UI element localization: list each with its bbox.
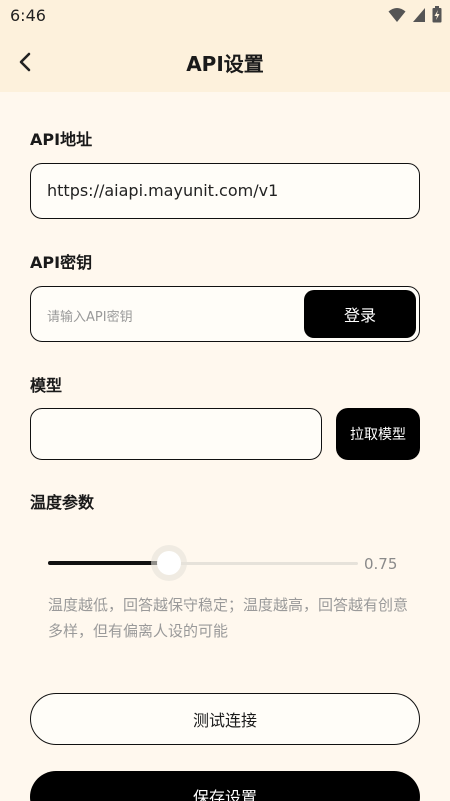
header-bar: API设置 [0,32,450,92]
wifi-icon [388,7,406,22]
api-address-input[interactable]: https://aiapi.mayunit.com/v1 [30,163,420,219]
login-button[interactable]: 登录 [304,290,416,338]
test-connection-label: 测试连接 [192,711,257,730]
api-address-label: API地址 [30,130,93,149]
temperature-value: 0.75 [364,555,398,573]
battery-icon [432,6,442,23]
test-connection-button[interactable]: 测试连接 [30,693,420,745]
model-input[interactable] [30,408,322,460]
fetch-models-button[interactable]: 拉取模型 [336,408,420,460]
status-icons [388,6,442,23]
api-key-label: API密钥 [30,253,93,272]
slider-track-fill [48,561,169,565]
api-key-input[interactable]: 请输入API密钥 登录 [30,286,420,342]
save-settings-button[interactable]: 保存设置 [30,771,420,801]
status-time: 6:46 [10,6,46,25]
api-key-placeholder: 请输入API密钥 [47,310,133,325]
page-title: API设置 [186,52,264,76]
status-bar: 6:46 [0,0,450,32]
slider-thumb[interactable] [156,551,181,575]
temperature-hint: 温度越低，回答越保守稳定；温度越高，回答越有创意多样，但有偏离人设的可能 [48,596,409,640]
api-address-value: https://aiapi.mayunit.com/v1 [47,181,279,200]
signal-icon [413,7,425,22]
save-settings-label: 保存设置 [192,788,257,801]
temperature-label: 温度参数 [30,493,95,512]
model-label: 模型 [30,376,63,395]
